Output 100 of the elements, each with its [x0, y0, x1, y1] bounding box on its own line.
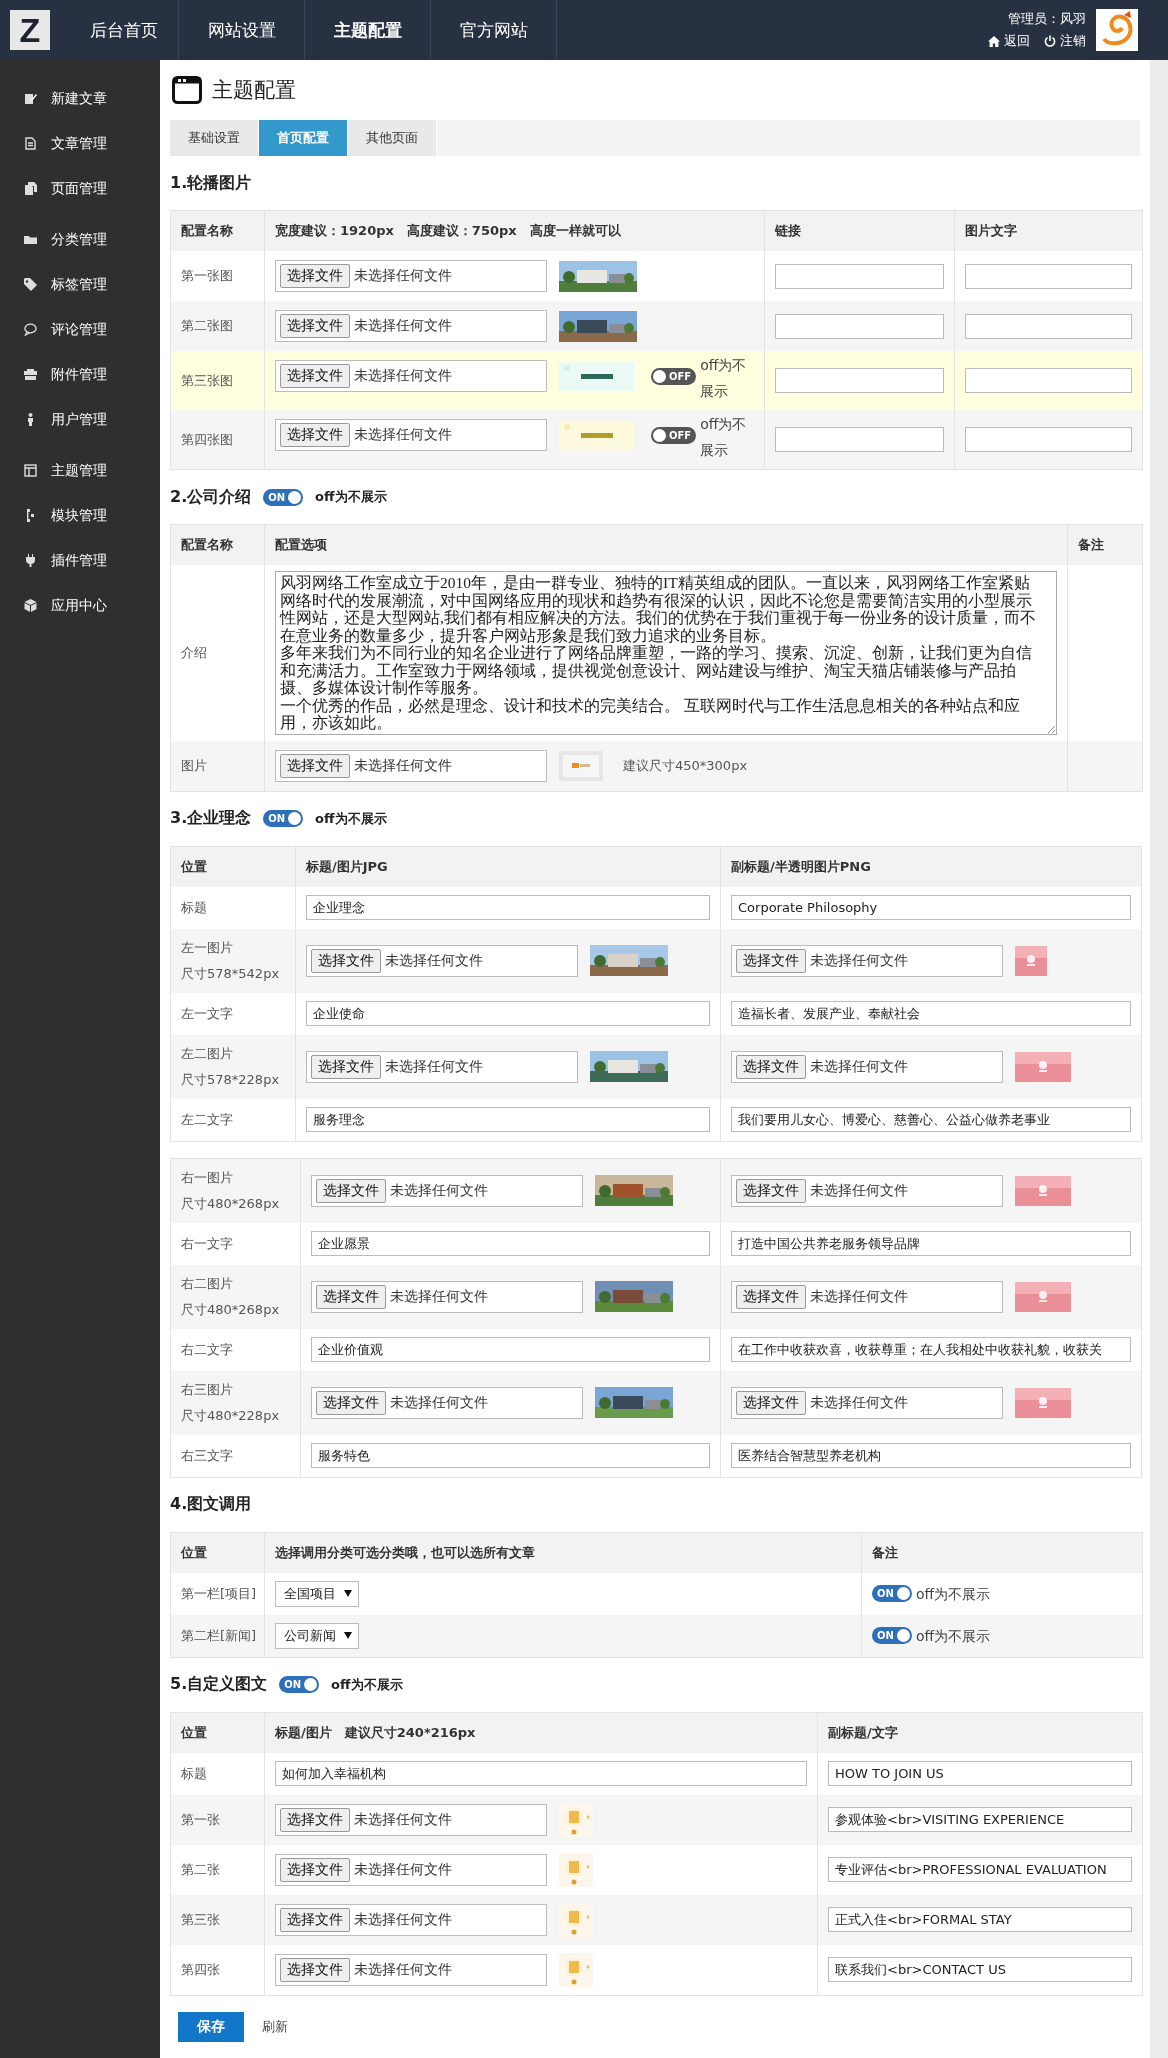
file-picker[interactable]: 选择文件 未选择任何文件 [275, 1853, 547, 1886]
sidebar-item[interactable]: 插件管理 [0, 538, 160, 583]
file-picker[interactable]: 选择文件 未选择任何文件 [731, 944, 1003, 977]
choose-file-button[interactable]: 选择文件 [736, 1178, 806, 1203]
file-picker[interactable]: 选择文件 未选择任何文件 [275, 1803, 547, 1836]
text-input[interactable]: 联系我们<br>CONTACT US [828, 1957, 1132, 1982]
toggle-switch[interactable]: ON [872, 1627, 912, 1644]
file-picker[interactable]: 选择文件 未选择任何文件 [731, 1050, 1003, 1083]
text-input[interactable]: Corporate Philosophy [731, 895, 1131, 920]
choose-file-button[interactable]: 选择文件 [736, 1284, 806, 1309]
text-area[interactable] [275, 571, 1057, 735]
file-picker[interactable]: 选择文件 未选择任何文件 [731, 1280, 1003, 1313]
header-link[interactable]: 返回 [988, 32, 1030, 50]
file-picker[interactable]: 选择文件 未选择任何文件 [731, 1174, 1003, 1207]
text-input[interactable]: 服务特色 [311, 1443, 710, 1468]
row-label: 右三文字 [181, 1446, 234, 1465]
choose-file-button[interactable]: 选择文件 [736, 1054, 806, 1079]
choose-file-button[interactable]: 选择文件 [280, 1957, 350, 1982]
file-picker[interactable]: 选择文件 未选择任何文件 [275, 419, 547, 451]
row-label: 第三张 [181, 1910, 221, 1929]
file-status: 未选择任何文件 [385, 951, 483, 970]
choose-file-button[interactable]: 选择文件 [280, 264, 350, 288]
text-input[interactable]: 打造中国公共养老服务领导品牌 [731, 1231, 1131, 1256]
text-input[interactable]: 专业评估<br>PROFESSIONAL EVALUATION [828, 1857, 1132, 1882]
sidebar-item[interactable]: 页面管理 [0, 166, 160, 211]
text-input[interactable]: 医养结合智慧型养老机构 [731, 1443, 1131, 1468]
file-picker[interactable]: 选择文件 未选择任何文件 [306, 944, 578, 977]
text-input[interactable]: 造福长者、发展产业、奉献社会 [731, 1001, 1131, 1026]
file-picker[interactable]: 选择文件 未选择任何文件 [731, 1386, 1003, 1419]
tab[interactable]: 其他页面 [348, 120, 437, 156]
toggle-switch[interactable]: OFF [651, 367, 697, 385]
sidebar-item[interactable]: 模块管理 [0, 493, 160, 538]
category-select[interactable]: 全国项目 [275, 1580, 359, 1607]
text-input[interactable]: 正式入住<br>FORMAL STAY [828, 1907, 1132, 1932]
choose-file-button[interactable]: 选择文件 [280, 1857, 350, 1882]
text-input[interactable] [775, 368, 944, 393]
toggle-switch[interactable]: ON [872, 1585, 912, 1602]
choose-file-button[interactable]: 选择文件 [280, 1907, 350, 1932]
sidebar-item[interactable]: 应用中心 [0, 583, 160, 628]
choose-file-button[interactable]: 选择文件 [316, 1390, 386, 1415]
file-picker[interactable]: 选择文件 未选择任何文件 [275, 260, 547, 292]
sidebar-item[interactable]: 文章管理 [0, 121, 160, 166]
text-input[interactable] [775, 263, 944, 289]
sidebar-item[interactable]: 主题管理 [0, 448, 160, 493]
choose-file-button[interactable]: 选择文件 [311, 1054, 381, 1079]
choose-file-button[interactable]: 选择文件 [280, 753, 350, 778]
choose-file-button[interactable]: 选择文件 [311, 948, 381, 973]
file-picker[interactable]: 选择文件 未选择任何文件 [275, 1903, 547, 1936]
header-link[interactable]: 注销 [1044, 32, 1086, 50]
text-input[interactable]: 如何加入幸福机构 [275, 1761, 807, 1786]
sidebar-item[interactable]: 标签管理 [0, 262, 160, 307]
file-picker[interactable]: 选择文件 未选择任何文件 [311, 1280, 583, 1313]
choose-file-button[interactable]: 选择文件 [316, 1284, 386, 1309]
choose-file-button[interactable]: 选择文件 [736, 1390, 806, 1415]
choose-file-button[interactable]: 选择文件 [280, 423, 350, 447]
text-input[interactable] [965, 313, 1132, 339]
text-input[interactable]: 企业使命 [306, 1001, 710, 1026]
text-input[interactable] [965, 427, 1132, 452]
text-input[interactable] [775, 427, 944, 452]
sidebar-item[interactable]: 用户管理 [0, 397, 160, 442]
toggle-switch[interactable]: ON [263, 488, 304, 506]
text-input[interactable]: 我们要用儿女心、博爱心、慈善心、公益心做养老事业 [731, 1107, 1131, 1132]
folder-icon [24, 233, 37, 246]
column-header: 备注 [1078, 537, 1104, 552]
text-input[interactable]: 参观体验<br>VISITING EXPERIENCE [828, 1807, 1132, 1832]
text-input[interactable]: 企业理念 [306, 895, 710, 920]
text-input[interactable]: 企业愿景 [311, 1231, 710, 1256]
row-label: 标题 [181, 898, 208, 917]
text-input[interactable]: HOW TO JOIN US [828, 1761, 1132, 1786]
file-picker[interactable]: 选择文件 未选择任何文件 [275, 749, 547, 782]
sidebar-item[interactable]: 分类管理 [0, 217, 160, 262]
file-picker[interactable]: 选择文件 未选择任何文件 [275, 1953, 547, 1986]
choose-file-button[interactable]: 选择文件 [316, 1178, 386, 1203]
logo[interactable]: Z [10, 10, 50, 50]
choose-file-button[interactable]: 选择文件 [280, 1807, 350, 1832]
sidebar-item[interactable]: 新建文章 [0, 76, 160, 121]
file-picker[interactable]: 选择文件 未选择任何文件 [306, 1050, 578, 1083]
text-input[interactable] [965, 368, 1132, 393]
file-picker[interactable]: 选择文件 未选择任何文件 [275, 310, 547, 342]
toggle-switch[interactable]: OFF [651, 426, 697, 444]
choose-file-button[interactable]: 选择文件 [280, 314, 350, 338]
text-input[interactable]: 在工作中收获欢喜，收获尊重；在人我相处中收获礼貌，收获关 [731, 1337, 1131, 1362]
text-input[interactable]: 服务理念 [306, 1107, 710, 1132]
refresh-link[interactable]: 刷新 [262, 2017, 288, 2036]
sidebar-item[interactable]: 评论管理 [0, 307, 160, 352]
file-picker[interactable]: 选择文件 未选择任何文件 [311, 1386, 583, 1419]
file-picker[interactable]: 选择文件 未选择任何文件 [275, 360, 547, 392]
row-label: 第二栏[新闻] [181, 1626, 254, 1645]
save-button[interactable]: 保存 [178, 2011, 244, 2042]
text-input[interactable] [775, 313, 944, 339]
category-select[interactable]: 公司新闻 [275, 1622, 359, 1649]
file-picker[interactable]: 选择文件 未选择任何文件 [311, 1174, 583, 1207]
toggle-switch[interactable]: ON [263, 810, 304, 827]
choose-file-button[interactable]: 选择文件 [280, 364, 350, 388]
text-input[interactable] [965, 263, 1132, 289]
tab[interactable]: 基础设置 [170, 120, 259, 156]
text-input[interactable]: 企业价值观 [311, 1337, 710, 1362]
choose-file-button[interactable]: 选择文件 [736, 948, 806, 973]
toggle-switch[interactable]: ON [279, 1676, 320, 1693]
sidebar-item[interactable]: 附件管理 [0, 352, 160, 397]
